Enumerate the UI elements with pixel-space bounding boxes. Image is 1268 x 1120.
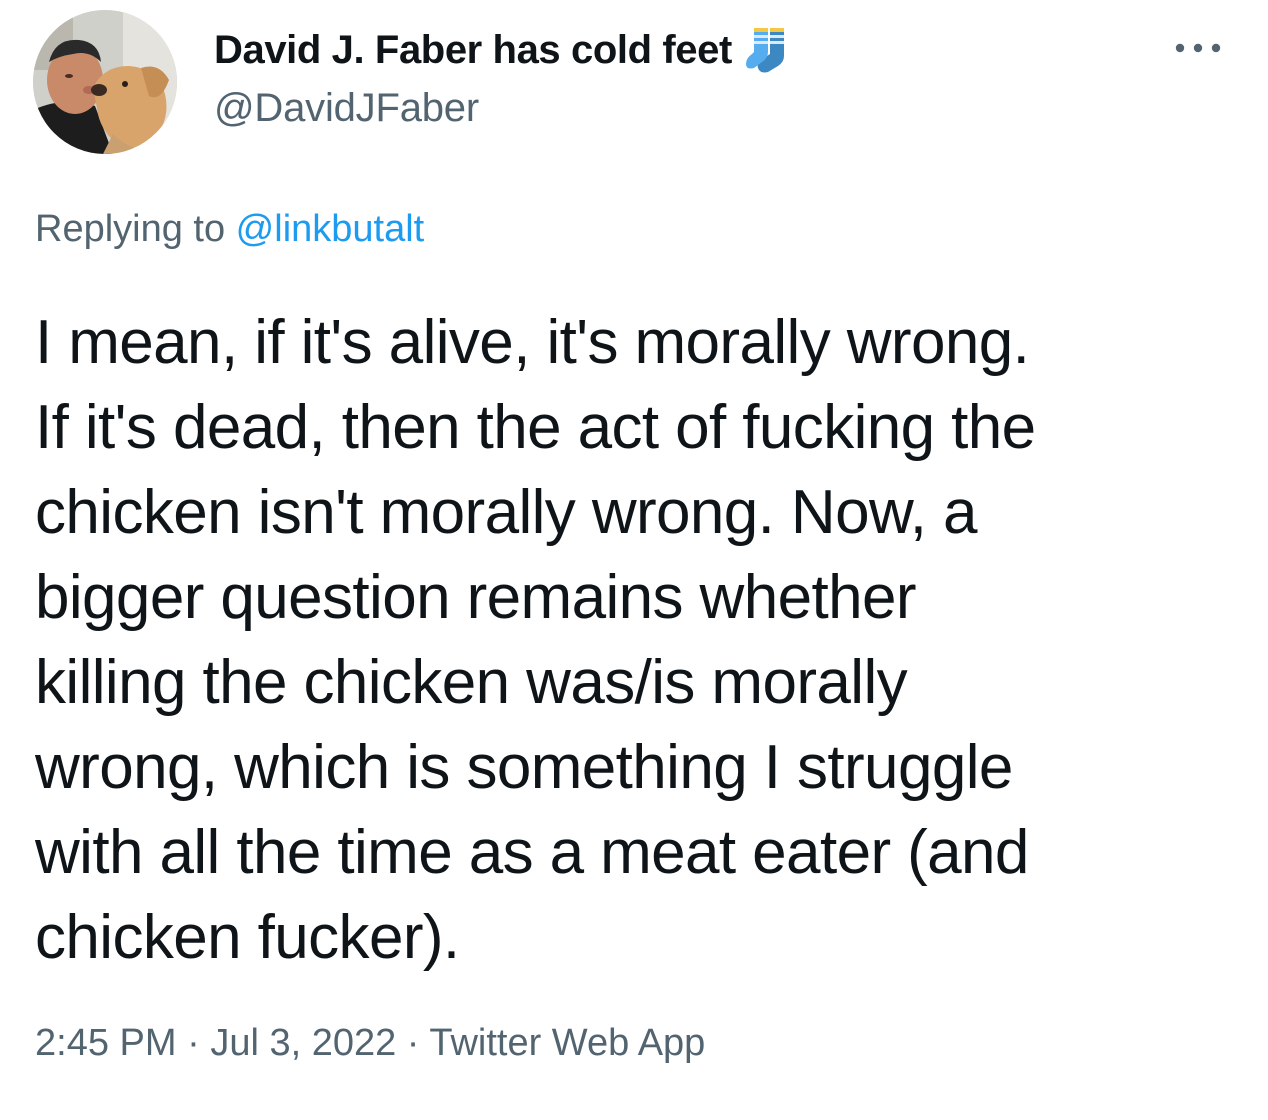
more-horizontal-icon[interactable] — [1170, 30, 1226, 66]
author-display-name[interactable]: David J. Faber has cold feet — [214, 28, 732, 73]
socks-icon — [745, 26, 792, 74]
author-name-row: David J. Faber has cold feet — [214, 26, 792, 74]
reply-mention-link[interactable]: @linkbutalt — [236, 208, 425, 250]
replying-to-label: Replying to — [35, 208, 236, 250]
meta-separator: · — [396, 1022, 430, 1064]
tweet-text: I mean, if it's alive, it's morally wron… — [35, 308, 1036, 972]
tweet-meta: 2:45 PM · Jul 3, 2022 · Twitter Web App — [35, 1022, 705, 1065]
avatar[interactable] — [33, 10, 177, 154]
tweet-source[interactable]: Twitter Web App — [429, 1022, 705, 1064]
meta-separator: · — [176, 1022, 211, 1064]
tweet-date[interactable]: Jul 3, 2022 — [210, 1022, 396, 1064]
author-handle[interactable]: @DavidJFaber — [214, 86, 479, 131]
avatar-photo — [33, 10, 177, 154]
tweet: David J. Faber has cold feet @DavidJFabe… — [0, 0, 1268, 1120]
replying-to: Replying to @linkbutalt — [35, 208, 424, 251]
tweet-time[interactable]: 2:45 PM — [35, 1022, 177, 1064]
